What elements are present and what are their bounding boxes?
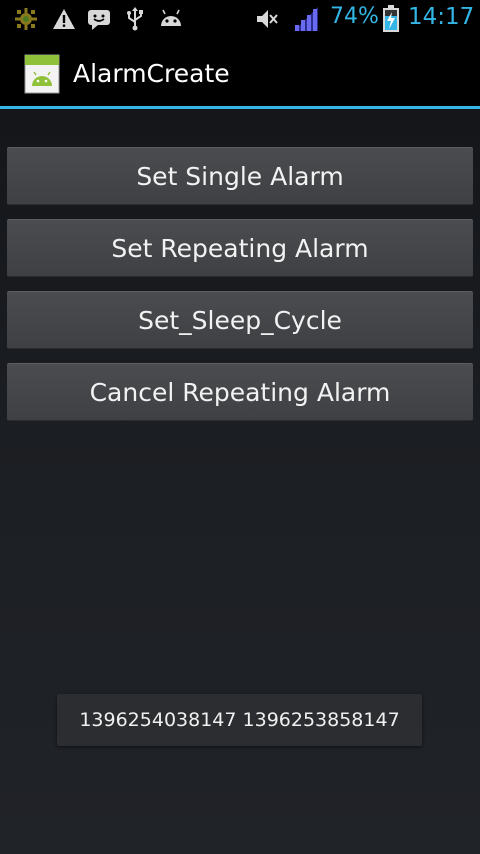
cancel-repeating-alarm-button[interactable]: Cancel Repeating Alarm — [7, 363, 473, 421]
action-bar-divider — [0, 106, 480, 109]
sun-icon — [15, 8, 37, 30]
app-title: AlarmCreate — [73, 59, 230, 88]
status-bar: 74% 14:17 — [0, 0, 480, 38]
clock: 14:17 — [408, 4, 475, 30]
set-single-alarm-button[interactable]: Set Single Alarm — [7, 147, 473, 205]
set-sleep-cycle-button[interactable]: Set_Sleep_Cycle — [7, 291, 473, 349]
android-debug-icon — [161, 9, 181, 26]
set-repeating-alarm-button[interactable]: Set Repeating Alarm — [7, 219, 473, 277]
mute-icon — [257, 10, 278, 28]
battery-percent: 74% — [330, 4, 379, 29]
battery-charging-icon — [383, 5, 399, 32]
warning-icon — [53, 9, 75, 29]
action-bar: AlarmCreate — [0, 38, 480, 106]
android-app-icon — [24, 54, 60, 94]
usb-icon — [127, 7, 143, 31]
toast-message: 1396254038147 1396253858147 — [57, 694, 422, 746]
screen: 74% 14:17 AlarmCreate Set Single Alarm S… — [0, 0, 480, 854]
signal-icon — [294, 7, 318, 31]
messenger-icon — [88, 10, 110, 30]
